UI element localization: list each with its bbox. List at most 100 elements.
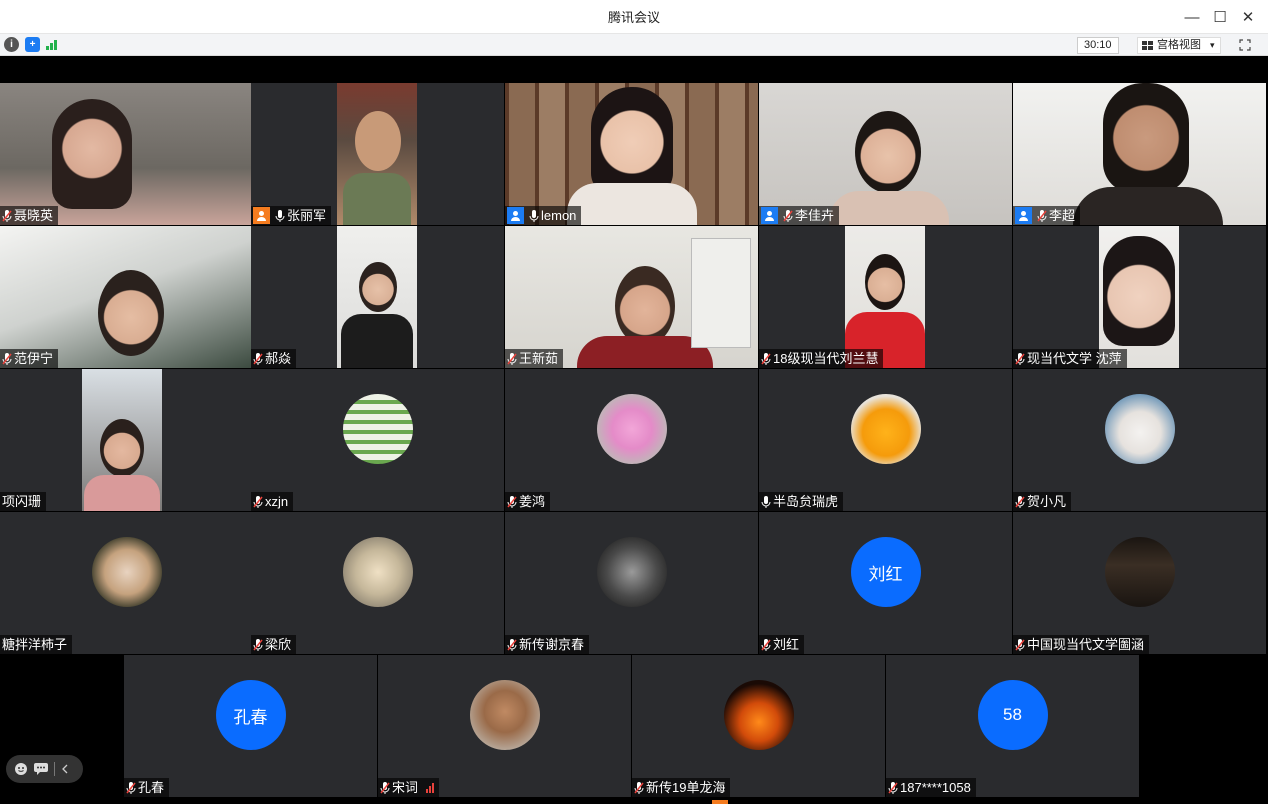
participant-name: xzjn [265, 494, 289, 509]
avatar [850, 394, 921, 464]
participant-name: 宋词 [392, 780, 419, 795]
participant-name-label: 宋词 [378, 778, 440, 797]
bottom-edge-marker [712, 800, 728, 804]
participant-tile[interactable]: 刘红 刘红 [759, 512, 1012, 654]
avatar [1104, 394, 1175, 464]
chevron-left-icon[interactable] [61, 764, 69, 774]
video-feed [1013, 83, 1266, 225]
host-badge-icon [507, 207, 524, 224]
shield-icon[interactable]: + [25, 37, 40, 52]
participant-tile[interactable]: 宋词 [378, 655, 631, 797]
participant-name: 新传19单龙海 [646, 780, 726, 795]
fullscreen-icon[interactable] [1236, 37, 1254, 53]
participant-name-label: 郝焱 [251, 349, 297, 368]
video-feed [759, 83, 1012, 225]
view-mode-dropdown[interactable]: 宫格视图 ▾ [1137, 37, 1221, 54]
avatar: 刘红 [850, 537, 921, 607]
participant-tile[interactable]: 糖拌洋柿子 [0, 512, 253, 654]
participant-tile[interactable]: 范伊宁 [0, 226, 253, 368]
participant-name: 范伊宁 [14, 351, 54, 366]
video-feed [337, 83, 417, 225]
participant-tile[interactable]: 项闪珊 [0, 369, 253, 511]
participant-tile[interactable]: 半岛贠瑞虎 [759, 369, 1012, 511]
weak-signal-icon [426, 782, 435, 793]
participant-tile[interactable]: 李佳卉 [759, 83, 1012, 225]
participant-name-label: 贺小凡 [1013, 492, 1072, 511]
mic-muted-icon [1015, 638, 1025, 651]
participant-name-label: 现当代文学 沈萍 [1013, 349, 1127, 368]
participant-name: 187****1058 [900, 780, 971, 795]
participant-name-label: 半岛贠瑞虎 [759, 492, 844, 511]
participant-name: 张丽军 [287, 208, 327, 223]
avatar [596, 537, 667, 607]
participant-tile[interactable]: 张丽军 [251, 83, 504, 225]
participant-tile[interactable]: 聂晓英 [0, 83, 253, 225]
participant-name-label: 中国现当代文学圗涵 [1013, 635, 1150, 654]
mic-muted-icon [783, 209, 793, 222]
window-title: 腾讯会议 [607, 10, 660, 25]
participant-tile[interactable]: 姜鸿 [505, 369, 758, 511]
participant-tile[interactable]: 中国现当代文学圗涵 [1013, 512, 1266, 654]
video-feed [845, 226, 925, 368]
close-button[interactable]: ✕ [1234, 3, 1262, 31]
avatar: 58 [977, 680, 1048, 750]
avatar [723, 680, 794, 750]
chat-icon[interactable] [34, 763, 48, 775]
mic-icon [529, 209, 539, 222]
participant-name-label: 18级现当代刘兰慧 [759, 349, 884, 368]
avatar [342, 394, 413, 464]
video-feed [0, 226, 253, 368]
participant-name-label: 李佳卉 [759, 206, 840, 225]
participant-tile[interactable]: 新传19单龙海 [632, 655, 885, 797]
minimize-button[interactable]: — [1178, 3, 1206, 31]
participant-tile[interactable]: 李超 [1013, 83, 1266, 225]
participant-tile[interactable]: 郝焱 [251, 226, 504, 368]
participant-name-label: lemon [505, 206, 582, 225]
participant-tile[interactable]: 王新茹 [505, 226, 758, 368]
participant-name: 新传谢京春 [519, 637, 585, 652]
participant-tile[interactable]: xzjn [251, 369, 504, 511]
participant-tile-active-speaker[interactable]: lemon [505, 83, 758, 225]
participant-name: 郝焱 [265, 351, 292, 366]
floating-reaction-bar [6, 755, 83, 783]
participant-name-label: 王新茹 [505, 349, 564, 368]
signal-icon[interactable] [46, 39, 57, 50]
mic-muted-icon [1015, 495, 1025, 508]
participant-tile[interactable]: 18级现当代刘兰慧 [759, 226, 1012, 368]
participant-name: 聂晓英 [14, 208, 54, 223]
participant-tile[interactable]: 梁欣 [251, 512, 504, 654]
participant-name-label: 糖拌洋柿子 [0, 635, 73, 654]
mic-muted-icon [1037, 209, 1047, 222]
participant-name: 姜鸿 [519, 494, 546, 509]
participant-name: 贺小凡 [1027, 494, 1067, 509]
mic-icon [761, 495, 771, 508]
meeting-toolbar: i + 30:10 宫格视图 ▾ [0, 34, 1268, 56]
video-feed [337, 226, 417, 368]
chevron-down-icon: ▾ [1210, 40, 1215, 50]
mic-muted-icon [253, 495, 263, 508]
info-icon[interactable]: i [4, 37, 19, 52]
maximize-button[interactable]: ☐ [1206, 3, 1234, 31]
participant-name-label: 聂晓英 [0, 206, 59, 225]
avatar [342, 537, 413, 607]
participant-tile[interactable]: 贺小凡 [1013, 369, 1266, 511]
participant-name-label: xzjn [251, 492, 294, 511]
video-feed [1099, 226, 1179, 368]
participant-name: 李超 [1049, 208, 1076, 223]
participant-tile[interactable]: 58 187****1058 [886, 655, 1139, 797]
view-mode-label: 宫格视图 [1157, 39, 1201, 51]
emoji-icon[interactable] [14, 762, 28, 776]
mic-muted-icon [634, 781, 644, 794]
participant-tile[interactable]: 孔春 孔春 [124, 655, 377, 797]
participant-tile[interactable]: 现当代文学 沈萍 [1013, 226, 1266, 368]
mic-muted-icon [888, 781, 898, 794]
status-icons: i + [4, 37, 57, 52]
participant-name-label: 孔春 [124, 778, 170, 797]
participant-name: 孔春 [138, 780, 165, 795]
participant-name: 梁欣 [265, 637, 292, 652]
participant-name-label: 新传19单龙海 [632, 778, 731, 797]
grid-icon [1142, 40, 1153, 50]
mic-muted-icon [507, 495, 517, 508]
participant-tile[interactable]: 新传谢京春 [505, 512, 758, 654]
mic-muted-icon [761, 352, 771, 365]
